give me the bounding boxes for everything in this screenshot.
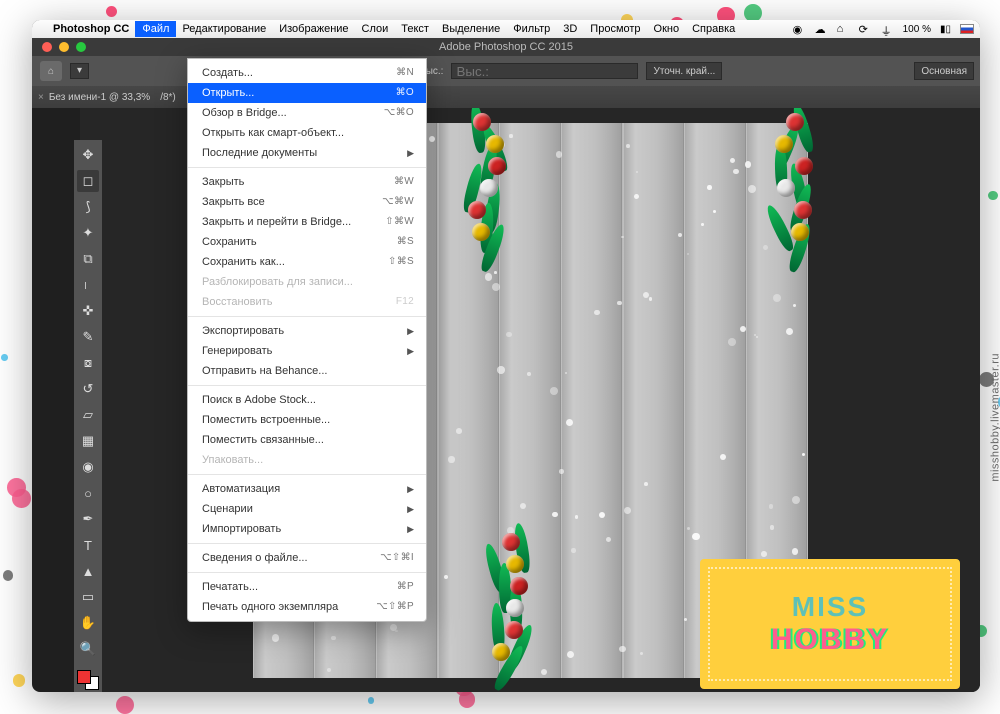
- marquee-tool[interactable]: ◻: [77, 170, 99, 192]
- eyedropper-tool[interactable]: ⃓: [77, 274, 99, 296]
- watermark-card: MISS HOBBY: [700, 559, 960, 689]
- zoom-window-button[interactable]: [76, 42, 86, 52]
- crop-tool[interactable]: ⧉: [77, 248, 99, 270]
- menu-item[interactable]: Печать одного экземпляра⌥⇧⌘P: [188, 597, 426, 617]
- brush-tool[interactable]: ✎: [77, 326, 99, 348]
- clone-stamp-tool[interactable]: ⧇: [77, 352, 99, 374]
- menu-item[interactable]: Закрыть и перейти в Bridge...⇧⌘W: [188, 212, 426, 232]
- window-titlebar: Adobe Photoshop CC 2015: [32, 38, 980, 56]
- menu-item[interactable]: Экспортировать▶: [188, 321, 426, 341]
- menubar-item[interactable]: Фильтр: [513, 23, 550, 35]
- menubar-item[interactable]: Текст: [401, 23, 429, 35]
- menu-item[interactable]: Отправить на Behance...: [188, 361, 426, 381]
- cloud-icon[interactable]: ☁: [815, 23, 828, 36]
- menu-item: Разблокировать для записи...: [188, 272, 426, 292]
- home-icon[interactable]: ⌂: [40, 61, 62, 81]
- menubar-item[interactable]: Редактирование: [182, 23, 266, 35]
- menubar-item[interactable]: Окно: [654, 23, 680, 35]
- menu-item[interactable]: Закрыть все⌥⌘W: [188, 192, 426, 212]
- hand-tool[interactable]: ✋: [77, 612, 99, 634]
- blur-tool[interactable]: ◉: [77, 456, 99, 478]
- menu-item[interactable]: Сценарии▶: [188, 499, 426, 519]
- menu-item[interactable]: Поместить связанные...: [188, 430, 426, 450]
- menu-item[interactable]: Последние документы▶: [188, 143, 426, 163]
- wifi-icon[interactable]: ⏚: [881, 23, 894, 36]
- settings-icon[interactable]: ⌂: [837, 23, 850, 36]
- sync-icon[interactable]: ⟳: [859, 23, 872, 36]
- document-tab-label: Без имени-1 @ 33,3%: [49, 92, 150, 103]
- close-window-button[interactable]: [42, 42, 52, 52]
- document-tab[interactable]: /8*): [160, 92, 176, 103]
- menubar-item[interactable]: Слои: [362, 23, 389, 35]
- menubar-item[interactable]: Выделение: [442, 23, 500, 35]
- menu-item[interactable]: Создать...⌘N: [188, 63, 426, 83]
- menu-item[interactable]: Поместить встроенные...: [188, 410, 426, 430]
- document-tab[interactable]: × Без имени-1 @ 33,3%: [38, 92, 150, 103]
- menubar-item[interactable]: 3D: [563, 23, 577, 35]
- file-menu-dropdown: Создать...⌘NОткрыть...⌘OОбзор в Bridge..…: [187, 58, 427, 622]
- menu-item: Упаковать...: [188, 450, 426, 470]
- document-tab-bar: × Без имени-1 @ 33,3% /8*): [32, 86, 980, 108]
- workspace-button[interactable]: Основная: [914, 62, 974, 80]
- menu-item[interactable]: Сохранить как...⇧⌘S: [188, 252, 426, 272]
- menu-item[interactable]: Сведения о файле...⌥⇧⌘I: [188, 548, 426, 568]
- history-brush-tool[interactable]: ↺: [77, 378, 99, 400]
- input-language-flag[interactable]: [960, 24, 974, 34]
- menu-item[interactable]: Автоматизация▶: [188, 479, 426, 499]
- menu-item[interactable]: Открыть как смарт-объект...: [188, 123, 426, 143]
- close-tab-icon[interactable]: ×: [38, 92, 44, 103]
- pen-tool[interactable]: ✒: [77, 508, 99, 530]
- type-tool[interactable]: T: [77, 534, 99, 556]
- gradient-tool[interactable]: ▦: [77, 430, 99, 452]
- mac-menubar: Photoshop CC Файл Редактирование Изображен…: [32, 20, 980, 38]
- tools-panel: ✥ ◻ ⟆ ✦ ⧉⃓ ✜ ✎ ⧇ ↺ ▱ ▦ ◉ ○ ✒ T ▲ ▭ ✋ 🔍: [74, 140, 102, 692]
- move-tool[interactable]: ✥: [77, 144, 99, 166]
- color-swatches[interactable]: [77, 670, 99, 690]
- menu-item[interactable]: Импортировать▶: [188, 519, 426, 539]
- refine-edge-button[interactable]: Уточн. край...: [646, 62, 722, 80]
- menu-item[interactable]: Поиск в Adobe Stock...: [188, 390, 426, 410]
- menubar-item[interactable]: Изображение: [279, 23, 348, 35]
- menu-item[interactable]: Открыть...⌘O: [188, 83, 426, 103]
- shape-tool[interactable]: ▭: [77, 586, 99, 608]
- battery-icon: ▮▯: [940, 24, 951, 35]
- dodge-tool[interactable]: ○: [77, 482, 99, 504]
- menu-item[interactable]: Печатать...⌘P: [188, 577, 426, 597]
- brand-line-1: MISS: [771, 591, 889, 623]
- app-name-label: Photoshop CC: [53, 23, 129, 35]
- height-input[interactable]: [451, 63, 638, 79]
- menu-item[interactable]: Закрыть⌘W: [188, 172, 426, 192]
- zoom-tool[interactable]: 🔍: [77, 638, 99, 660]
- minimize-window-button[interactable]: [59, 42, 69, 52]
- magic-wand-tool[interactable]: ✦: [77, 222, 99, 244]
- menubar-item[interactable]: Просмотр: [590, 23, 640, 35]
- window-title: Adobe Photoshop CC 2015: [32, 41, 980, 53]
- menu-item[interactable]: Генерировать▶: [188, 341, 426, 361]
- menubar-item[interactable]: Файл: [135, 21, 176, 37]
- menu-item: ВосстановитьF12: [188, 292, 426, 312]
- healing-brush-tool[interactable]: ✜: [77, 300, 99, 322]
- menubar-item[interactable]: Справка: [692, 23, 735, 35]
- tool-preset-dropdown[interactable]: ▾: [70, 63, 89, 79]
- source-url-label: misshobby.livemaster.ru: [990, 353, 1000, 482]
- menu-item[interactable]: Обзор в Bridge...⌥⌘O: [188, 103, 426, 123]
- path-select-tool[interactable]: ▲: [77, 560, 99, 582]
- menu-item[interactable]: Сохранить⌘S: [188, 232, 426, 252]
- lasso-tool[interactable]: ⟆: [77, 196, 99, 218]
- options-bar: ⌂ ▾ Обычный ▾ Выс.: Уточн. край... Основ…: [32, 56, 980, 86]
- document-tab-label: /8*): [160, 92, 176, 103]
- battery-label: 100 %: [903, 24, 931, 35]
- creative-cloud-icon[interactable]: ◉: [793, 23, 806, 36]
- brand-line-2: HOBBY: [771, 623, 889, 657]
- eraser-tool[interactable]: ▱: [77, 404, 99, 426]
